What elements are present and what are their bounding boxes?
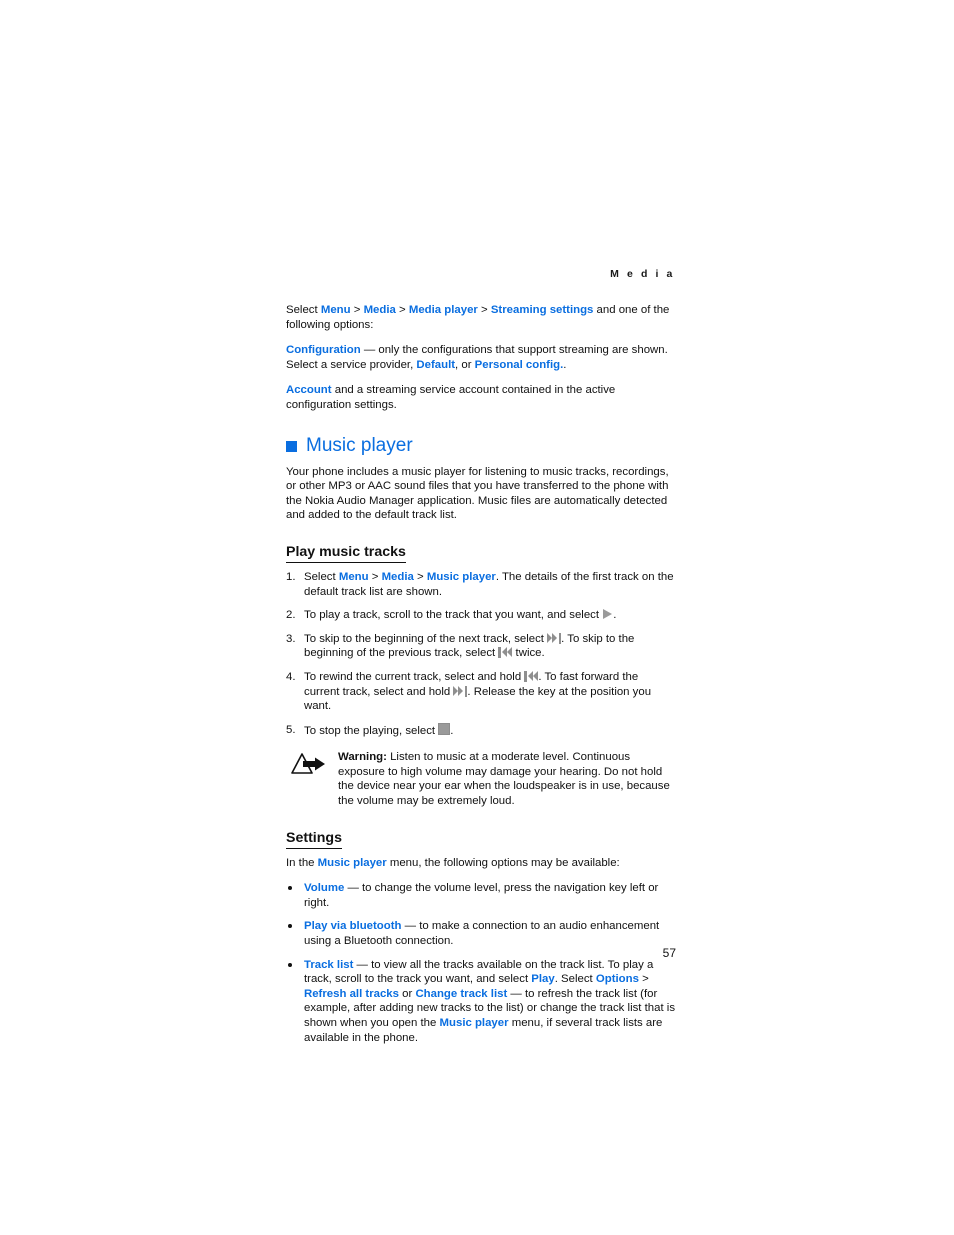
link-change-track-list[interactable]: Change track list [415, 988, 507, 1000]
list-item: 3. To skip to the beginning of the next t… [286, 632, 676, 661]
term-configuration[interactable]: Configuration [286, 344, 361, 356]
step-text-pre: To stop the playing, select [304, 724, 439, 737]
streaming-settings-intro-paragraph: Select Menu > Media > Media player > Str… [286, 303, 676, 332]
previous-track-icon [524, 670, 539, 682]
step-number: 4. [286, 670, 296, 683]
bullet-dot-icon [288, 962, 292, 967]
step-text-pre: Select [304, 570, 339, 583]
step-number: 5. [286, 723, 296, 736]
separator: > [368, 570, 382, 583]
separator: > [413, 570, 427, 583]
step-text-pre: To rewind the current track, select and … [304, 670, 525, 683]
separator: > [477, 304, 491, 316]
link-music-player[interactable]: Music player [440, 1017, 509, 1029]
stop-icon [438, 722, 451, 735]
link-media-player[interactable]: Media player [409, 304, 478, 316]
warning-label: Warning: [338, 751, 387, 764]
volume-description: — to change the volume level, press the … [304, 882, 659, 909]
term-default[interactable]: Default [416, 359, 455, 371]
term-account[interactable]: Account [286, 384, 332, 396]
bullet-dot-icon [288, 886, 292, 891]
warning-text: Warning: Listen to music at a moderate l… [338, 750, 676, 808]
next-track-icon [453, 685, 468, 697]
separator: > [638, 973, 649, 986]
account-option-paragraph: Account and a streaming service account … [286, 383, 676, 412]
link-refresh-all-tracks[interactable]: Refresh all tracks [304, 988, 399, 1000]
section-heading-label: Music player [306, 434, 413, 456]
subheading-play-music-tracks: Play music tracks [286, 544, 406, 563]
link-play[interactable]: Play [531, 973, 554, 985]
previous-track-icon [498, 647, 513, 659]
settings-intro-pre: In the [286, 856, 318, 869]
square-bullet-icon [286, 441, 297, 453]
separator: > [350, 304, 364, 316]
warning-note: Warning: Listen to music at a moderate l… [286, 750, 676, 808]
subheading-settings-wrap: Settings [286, 829, 676, 849]
list-item: 4. To rewind the current track, select an… [286, 670, 676, 714]
configuration-description-2: , or [455, 358, 475, 371]
link-media[interactable]: Media [364, 304, 396, 316]
track-list-description-2: . Select [554, 973, 596, 986]
running-head: M e d i a [610, 268, 675, 280]
section-heading-music-player: Music player [286, 435, 676, 457]
subheading-settings: Settings [286, 830, 342, 849]
step-text-pre: To play a track, scroll to the track tha… [304, 609, 603, 622]
warning-body: Listen to music at a moderate level. Con… [338, 751, 670, 808]
page-number: 57 [662, 946, 676, 960]
step-number: 2. [286, 609, 296, 622]
music-player-intro-paragraph: Your phone includes a music player for l… [286, 465, 669, 522]
step-text-post: . [613, 609, 617, 622]
link-music-player[interactable]: Music player [318, 857, 387, 869]
warning-triangle-icon [291, 753, 325, 775]
step-number: 1. [286, 570, 296, 583]
link-menu[interactable]: Menu [321, 304, 351, 316]
manual-page: M e d i a Select Menu > Media > Media pl… [0, 0, 954, 1235]
settings-intro-post: menu, the following options may be avail… [386, 856, 620, 869]
next-track-icon [547, 632, 562, 644]
link-music-player[interactable]: Music player [427, 571, 496, 583]
configuration-option-paragraph: Configuration — only the configurations … [286, 343, 676, 372]
link-streaming-settings[interactable]: Streaming settings [491, 304, 594, 316]
settings-intro-paragraph: In the Music player menu, the following … [286, 856, 676, 871]
play-music-tracks-steps: 1. Select Menu > Media > Music player. Th… [286, 570, 676, 738]
list-item: 1. Select Menu > Media > Music player. Th… [286, 570, 676, 599]
account-description: and a streaming service account containe… [286, 384, 616, 411]
list-item: Track list — to view all the tracks avai… [286, 958, 676, 1046]
separator: > [395, 304, 409, 316]
link-media[interactable]: Media [382, 571, 414, 583]
term-track-list[interactable]: Track list [304, 959, 353, 971]
list-item: 2. To play a track, scroll to the track t… [286, 608, 676, 623]
track-list-description-4: or [398, 987, 416, 1000]
term-personal-config[interactable]: Personal config. [475, 359, 564, 371]
content-column: M e d i a Select Menu > Media > Media pl… [286, 268, 676, 1054]
step-text-post: twice. [512, 647, 545, 660]
link-options[interactable]: Options [596, 973, 639, 985]
settings-options-list: Volume — to change the volume level, pre… [286, 881, 676, 1045]
term-volume[interactable]: Volume [304, 882, 344, 894]
subheading-play-music-tracks-wrap: Play music tracks [286, 543, 676, 563]
configuration-description-3: . [563, 358, 567, 371]
bullet-dot-icon [288, 924, 292, 929]
intro-pre-text: Select [286, 304, 321, 316]
step-number: 3. [286, 632, 296, 645]
play-icon [602, 609, 613, 620]
link-menu[interactable]: Menu [339, 571, 369, 583]
list-item: 5. To stop the playing, select . [286, 722, 676, 739]
term-play-via-bluetooth[interactable]: Play via bluetooth [304, 920, 401, 932]
step-text-post: . [450, 724, 454, 737]
list-item: Play via bluetooth — to make a connectio… [286, 919, 676, 948]
list-item: Volume — to change the volume level, pre… [286, 881, 676, 910]
step-text-pre: To skip to the beginning of the next tra… [304, 632, 548, 645]
